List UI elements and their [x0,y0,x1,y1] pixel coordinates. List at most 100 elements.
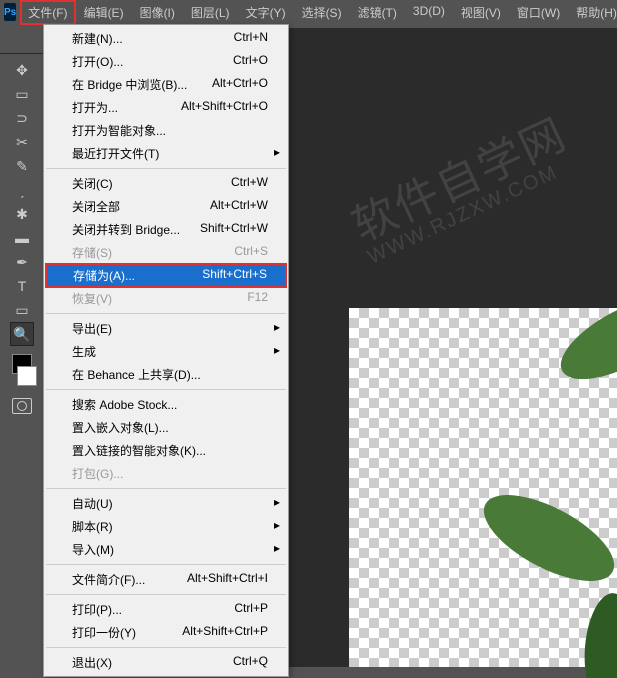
menu-item-shortcut: Ctrl+Q [233,654,268,671]
file-menu-dropdown: 新建(N)... Ctrl+N 打开(O)...Ctrl+O在 Bridge 中浏览… [43,24,289,677]
pen-tool[interactable]: ✒ [10,250,34,274]
menu-item-shortcut: Alt+Ctrl+O [212,76,268,93]
file-menu-item[interactable]: 生成▸ [44,340,288,363]
menu-item-shortcut: Alt+Shift+Ctrl+O [181,99,268,116]
submenu-arrow-icon: ▸ [274,495,280,509]
menu-separator [46,168,286,169]
menu-item-label: 置入链接的智能对象(K)... [72,442,206,459]
menu-item-shortcut: Shift+Ctrl+S [202,267,267,284]
menu-3d[interactable]: 3D(D) [405,0,453,25]
file-menu-item[interactable]: 存储为(A)... Shift+Ctrl+S [45,263,287,288]
menu-item-label: 搜索 Adobe Stock... [72,396,177,413]
file-menu-item[interactable]: 搜索 Adobe Stock... [44,393,288,416]
menu-文字[interactable]: 文字(Y) [238,0,294,25]
file-menu-item: 打包(G)... [44,462,288,485]
submenu-arrow-icon: ▸ [274,145,280,159]
submenu-arrow-icon: ▸ [274,343,280,357]
menu-item-label: 新建(N)... [72,30,123,47]
file-menu-item[interactable]: 导入(M) ▸ [44,538,288,561]
transparency-checker [349,308,617,667]
menu-item-label: 文件简介(F)... [72,571,145,588]
file-menu-item[interactable]: 在 Behance 上共享(D)... [44,363,288,386]
menu-item-label: 恢复(V) [72,290,112,307]
file-menu-item[interactable]: 脚本(R) ▸ [44,515,288,538]
eyedropper-tool[interactable]: ✎ [10,154,34,178]
menu-帮助[interactable]: 帮助(H) [568,0,617,25]
file-menu-item[interactable]: 打印(P)... Ctrl+P [44,598,288,621]
file-menu-item: 恢复(V) F12 [44,287,288,310]
file-menu-item: 存储(S) Ctrl+S [44,241,288,264]
menu-item-label: 导出(E) [72,320,112,337]
menu-item-shortcut: Ctrl+S [234,244,268,261]
menu-item-label: 存储(S) [72,244,112,261]
file-menu-item[interactable]: 在 Bridge 中浏览(B)...Alt+Ctrl+O [44,73,288,96]
menu-separator [46,564,286,565]
file-menu-item[interactable]: 退出(X) Ctrl+Q [44,651,288,674]
menu-文件[interactable]: 文件(F) [20,0,75,25]
type-tool[interactable]: T [10,274,34,298]
main-menubar: Ps 文件(F)编辑(E)图像(I)图层(L)文字(Y)选择(S)滤镜(T)3D… [0,0,617,24]
gradient-tool[interactable]: ▬ [10,226,34,250]
menu-item-label: 存储为(A)... [73,267,135,284]
menu-图层[interactable]: 图层(L) [183,0,238,25]
menu-item-label: 关闭(C) [72,175,113,192]
quickmask-icon[interactable] [12,398,32,414]
file-menu-item[interactable]: 置入嵌入对象(L)... [44,416,288,439]
watermark-text: 软件自学网 WWW.RJZXW.COM [346,112,581,267]
menu-item-shortcut: Ctrl+N [234,30,268,47]
move-tool[interactable]: ✥ [10,58,34,82]
background-color-swatch[interactable] [17,366,37,386]
tools-panel: ✥▭⊃✂✎ˏ✱▬✒T▭🔍 [0,54,44,414]
lasso-tool[interactable]: ⊃ [10,106,34,130]
file-menu-item[interactable]: 置入链接的智能对象(K)... [44,439,288,462]
file-menu-item[interactable]: 文件简介(F)...Alt+Shift+Ctrl+I [44,568,288,591]
canvas-area: 软件自学网 WWW.RJZXW.COM [289,28,617,667]
file-menu-item[interactable]: 关闭(C)Ctrl+W [44,172,288,195]
zoom-tool[interactable]: 🔍 [10,322,34,346]
menu-item-label: 在 Behance 上共享(D)... [72,366,201,383]
file-menu-item[interactable]: 导出(E) ▸ [44,317,288,340]
submenu-arrow-icon: ▸ [274,518,280,532]
menu-选择[interactable]: 选择(S) [294,0,350,25]
menu-item-label: 关闭全部 [72,198,120,215]
menu-item-label: 退出(X) [72,654,112,671]
clone-tool[interactable]: ✱ [10,202,34,226]
menu-item-label: 导入(M) [72,541,114,558]
file-menu-item[interactable]: 最近打开文件(T)▸ [44,142,288,165]
menu-item-shortcut: Ctrl+P [234,601,268,618]
menu-item-shortcut: F12 [247,290,268,307]
menu-item-label: 自动(U) [72,495,113,512]
ps-logo-icon: Ps [4,3,16,21]
file-menu-item[interactable]: 打开为... Alt+Shift+Ctrl+O [44,96,288,119]
menu-item-label: 打开为... [72,99,118,116]
menu-separator [46,389,286,390]
menu-视图[interactable]: 视图(V) [453,0,509,25]
menu-窗口[interactable]: 窗口(W) [509,0,568,25]
menu-图像[interactable]: 图像(I) [132,0,183,25]
menu-item-label: 脚本(R) [72,518,113,535]
shape-tool[interactable]: ▭ [10,298,34,322]
menu-item-label: 打开(O)... [72,53,123,70]
submenu-arrow-icon: ▸ [274,541,280,555]
leaf-image [449,298,617,678]
file-menu-item[interactable]: 关闭全部 Alt+Ctrl+W [44,195,288,218]
menu-item-shortcut: Alt+Ctrl+W [210,198,268,215]
crop-tool[interactable]: ✂ [10,130,34,154]
menu-item-shortcut: Alt+Shift+Ctrl+P [182,624,268,641]
file-menu-item[interactable]: 打开为智能对象... [44,119,288,142]
menu-滤镜[interactable]: 滤镜(T) [350,0,405,25]
menu-separator [46,647,286,648]
file-menu-item[interactable]: 关闭并转到 Bridge...Shift+Ctrl+W [44,218,288,241]
file-menu-item[interactable]: 新建(N)... Ctrl+N [44,27,288,50]
menu-item-label: 打印(P)... [72,601,122,618]
menu-separator [46,594,286,595]
marquee-tool[interactable]: ▭ [10,82,34,106]
menu-编辑[interactable]: 编辑(E) [76,0,132,25]
submenu-arrow-icon: ▸ [274,320,280,334]
menu-item-label: 关闭并转到 Bridge... [72,221,180,238]
file-menu-item[interactable]: 自动(U) ▸ [44,492,288,515]
file-menu-item[interactable]: 打开(O)...Ctrl+O [44,50,288,73]
brush-tool[interactable]: ˏ [10,178,34,202]
file-menu-item[interactable]: 打印一份(Y)Alt+Shift+Ctrl+P [44,621,288,644]
menu-item-label: 打包(G)... [72,465,123,482]
